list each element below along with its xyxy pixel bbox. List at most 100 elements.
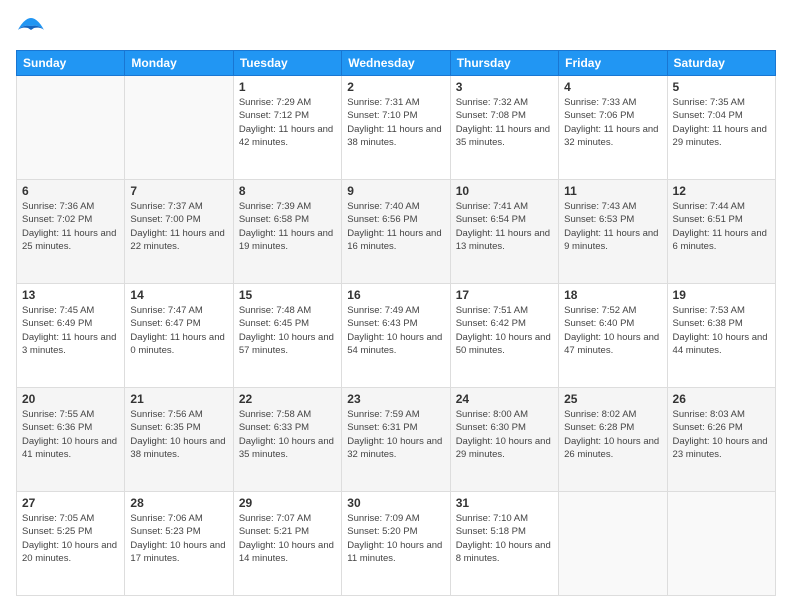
day-info: Sunrise: 7:59 AMSunset: 6:31 PMDaylight:… (347, 408, 444, 461)
day-info: Sunrise: 7:09 AMSunset: 5:20 PMDaylight:… (347, 512, 444, 565)
calendar-cell: 18Sunrise: 7:52 AMSunset: 6:40 PMDayligh… (559, 284, 667, 388)
page: SundayMondayTuesdayWednesdayThursdayFrid… (0, 0, 792, 612)
calendar-table: SundayMondayTuesdayWednesdayThursdayFrid… (16, 50, 776, 596)
calendar-cell: 21 Sunrise: 7:56 AMSunset: 6:35 PMDayligh… (125, 388, 233, 492)
day-info: Sunrise: 7:33 AMSunset: 7:06 PMDaylight:… (564, 96, 661, 149)
day-info: Sunrise: 7:51 AMSunset: 6:42 PMDaylight:… (456, 304, 553, 357)
day-info: Sunrise: 7:45 AMSunset: 6:49 PMDaylight:… (22, 304, 119, 357)
day-number: 28 (130, 496, 227, 510)
day-number: 29 (239, 496, 336, 510)
weekday-header-wednesday: Wednesday (342, 51, 450, 76)
calendar-cell: 5 Sunrise: 7:35 AMSunset: 7:04 PMDaylight… (667, 76, 775, 180)
day-number: 6 (22, 184, 119, 198)
day-info: Sunrise: 7:31 AMSunset: 7:10 PMDaylight:… (347, 96, 444, 149)
day-number: 3 (456, 80, 553, 94)
day-info: Sunrise: 7:06 AMSunset: 5:23 PMDaylight:… (130, 512, 227, 565)
day-info: Sunrise: 7:49 AMSunset: 6:43 PMDaylight:… (347, 304, 444, 357)
week-row-4: 20 Sunrise: 7:55 AMSunset: 6:36 PMDayligh… (17, 388, 776, 492)
day-number: 10 (456, 184, 553, 198)
calendar-cell: 14 Sunrise: 7:47 AMSunset: 6:47 PMDayligh… (125, 284, 233, 388)
calendar-cell (559, 492, 667, 596)
calendar-cell: 1 Sunrise: 7:29 AMSunset: 7:12 PMDaylight… (233, 76, 341, 180)
day-number: 17 (456, 288, 553, 302)
day-info: Sunrise: 8:02 AMSunset: 6:28 PMDaylight:… (564, 408, 661, 461)
day-number: 12 (673, 184, 770, 198)
calendar-cell: 13 Sunrise: 7:45 AMSunset: 6:49 PMDayligh… (17, 284, 125, 388)
day-number: 15 (239, 288, 336, 302)
day-info: Sunrise: 7:05 AMSunset: 5:25 PMDaylight:… (22, 512, 119, 565)
calendar-cell: 31 Sunrise: 7:10 AMSunset: 5:18 PMDayligh… (450, 492, 558, 596)
calendar-cell: 28 Sunrise: 7:06 AMSunset: 5:23 PMDayligh… (125, 492, 233, 596)
calendar-cell: 12 Sunrise: 7:44 AMSunset: 6:51 PMDayligh… (667, 180, 775, 284)
day-number: 11 (564, 184, 661, 198)
day-number: 24 (456, 392, 553, 406)
calendar-cell: 17 Sunrise: 7:51 AMSunset: 6:42 PMDayligh… (450, 284, 558, 388)
calendar-cell: 16 Sunrise: 7:49 AMSunset: 6:43 PMDayligh… (342, 284, 450, 388)
header (16, 16, 776, 40)
calendar-cell: 29 Sunrise: 7:07 AMSunset: 5:21 PMDayligh… (233, 492, 341, 596)
day-info: Sunrise: 8:03 AMSunset: 6:26 PMDaylight:… (673, 408, 770, 461)
week-row-5: 27 Sunrise: 7:05 AMSunset: 5:25 PMDayligh… (17, 492, 776, 596)
logo-icon (16, 16, 46, 40)
day-info: Sunrise: 7:32 AMSunset: 7:08 PMDaylight:… (456, 96, 553, 149)
day-number: 4 (564, 80, 661, 94)
day-number: 16 (347, 288, 444, 302)
day-number: 2 (347, 80, 444, 94)
day-number: 1 (239, 80, 336, 94)
day-info: Sunrise: 7:29 AMSunset: 7:12 PMDaylight:… (239, 96, 336, 149)
weekday-header-thursday: Thursday (450, 51, 558, 76)
day-info: Sunrise: 7:35 AMSunset: 7:04 PMDaylight:… (673, 96, 770, 149)
day-info: Sunrise: 7:41 AMSunset: 6:54 PMDaylight:… (456, 200, 553, 253)
day-info: Sunrise: 7:53 AMSunset: 6:38 PMDaylight:… (673, 304, 770, 357)
day-number: 22 (239, 392, 336, 406)
day-info: Sunrise: 7:43 AMSunset: 6:53 PMDaylight:… (564, 200, 661, 253)
calendar-cell: 19 Sunrise: 7:53 AMSunset: 6:38 PMDayligh… (667, 284, 775, 388)
day-number: 21 (130, 392, 227, 406)
calendar-cell: 15 Sunrise: 7:48 AMSunset: 6:45 PMDayligh… (233, 284, 341, 388)
calendar-cell: 20 Sunrise: 7:55 AMSunset: 6:36 PMDayligh… (17, 388, 125, 492)
day-number: 27 (22, 496, 119, 510)
day-number: 14 (130, 288, 227, 302)
day-number: 7 (130, 184, 227, 198)
day-number: 18 (564, 288, 661, 302)
calendar-cell: 22Sunrise: 7:58 AMSunset: 6:33 PMDayligh… (233, 388, 341, 492)
calendar-cell (125, 76, 233, 180)
day-info: Sunrise: 8:00 AMSunset: 6:30 PMDaylight:… (456, 408, 553, 461)
calendar-cell: 9 Sunrise: 7:40 AMSunset: 6:56 PMDaylight… (342, 180, 450, 284)
calendar-cell: 30 Sunrise: 7:09 AMSunset: 5:20 PMDayligh… (342, 492, 450, 596)
day-number: 5 (673, 80, 770, 94)
calendar-cell: 3 Sunrise: 7:32 AMSunset: 7:08 PMDaylight… (450, 76, 558, 180)
week-row-1: 1 Sunrise: 7:29 AMSunset: 7:12 PMDaylight… (17, 76, 776, 180)
calendar-cell: 6Sunrise: 7:36 AMSunset: 7:02 PMDaylight… (17, 180, 125, 284)
day-info: Sunrise: 7:56 AMSunset: 6:35 PMDaylight:… (130, 408, 227, 461)
day-info: Sunrise: 7:55 AMSunset: 6:36 PMDaylight:… (22, 408, 119, 461)
day-info: Sunrise: 7:10 AMSunset: 5:18 PMDaylight:… (456, 512, 553, 565)
day-number: 30 (347, 496, 444, 510)
day-number: 20 (22, 392, 119, 406)
day-number: 9 (347, 184, 444, 198)
day-info: Sunrise: 7:48 AMSunset: 6:45 PMDaylight:… (239, 304, 336, 357)
day-info: Sunrise: 7:37 AMSunset: 7:00 PMDaylight:… (130, 200, 227, 253)
day-info: Sunrise: 7:44 AMSunset: 6:51 PMDaylight:… (673, 200, 770, 253)
day-number: 8 (239, 184, 336, 198)
calendar-cell: 7 Sunrise: 7:37 AMSunset: 7:00 PMDaylight… (125, 180, 233, 284)
day-info: Sunrise: 7:47 AMSunset: 6:47 PMDaylight:… (130, 304, 227, 357)
day-number: 26 (673, 392, 770, 406)
calendar-cell: 11 Sunrise: 7:43 AMSunset: 6:53 PMDayligh… (559, 180, 667, 284)
weekday-header-saturday: Saturday (667, 51, 775, 76)
calendar-cell (667, 492, 775, 596)
weekday-header-monday: Monday (125, 51, 233, 76)
day-number: 31 (456, 496, 553, 510)
calendar-cell: 8 Sunrise: 7:39 AMSunset: 6:58 PMDaylight… (233, 180, 341, 284)
calendar-cell (17, 76, 125, 180)
week-row-2: 6Sunrise: 7:36 AMSunset: 7:02 PMDaylight… (17, 180, 776, 284)
day-info: Sunrise: 7:39 AMSunset: 6:58 PMDaylight:… (239, 200, 336, 253)
calendar-cell: 25 Sunrise: 8:02 AMSunset: 6:28 PMDayligh… (559, 388, 667, 492)
day-number: 25 (564, 392, 661, 406)
day-info: Sunrise: 7:40 AMSunset: 6:56 PMDaylight:… (347, 200, 444, 253)
calendar-cell: 27 Sunrise: 7:05 AMSunset: 5:25 PMDayligh… (17, 492, 125, 596)
weekday-header-row: SundayMondayTuesdayWednesdayThursdayFrid… (17, 51, 776, 76)
day-number: 19 (673, 288, 770, 302)
day-number: 13 (22, 288, 119, 302)
day-info: Sunrise: 7:07 AMSunset: 5:21 PMDaylight:… (239, 512, 336, 565)
